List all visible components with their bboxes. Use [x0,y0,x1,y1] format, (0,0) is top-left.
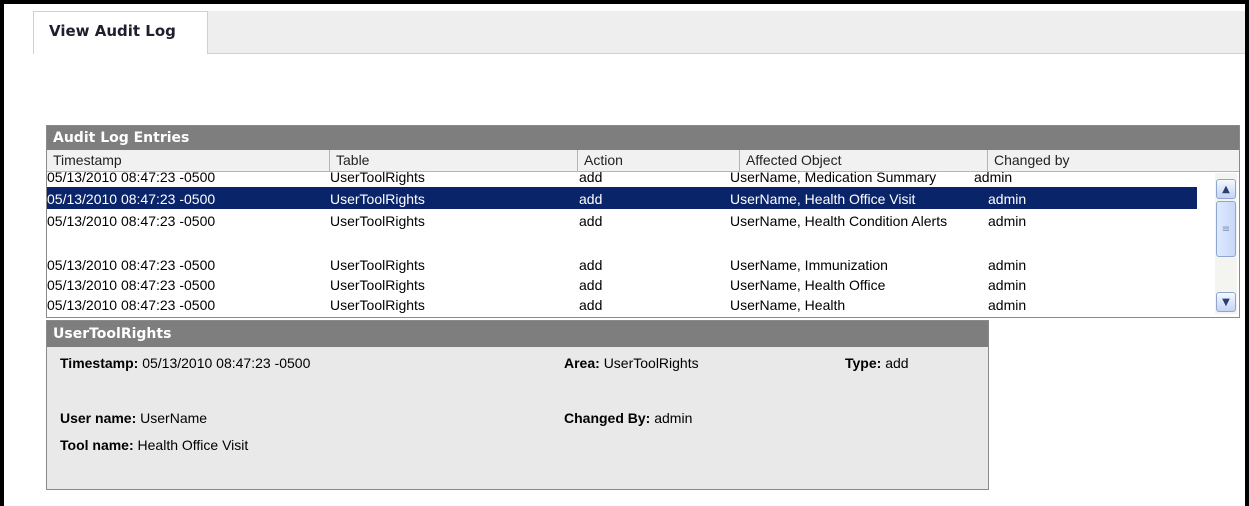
tool-name-label: Tool name: [60,437,134,453]
entry-detail-panel: UserToolRights Timestamp: 05/13/2010 08:… [46,320,989,490]
audit-log-entries-panel: Audit Log Entries Timestamp Table Action… [46,125,1240,318]
user-name-value: UserName [140,410,208,426]
cell-changed-by: admin [988,191,1027,207]
cell-changed-by: admin [974,172,1013,185]
cell-table: UserToolRights [330,257,425,273]
window-frame-right [1245,0,1249,506]
timestamp-value: 05/13/2010 08:47:23 -0500 [142,355,311,371]
detail-panel-title: UserToolRights [47,321,988,347]
cell-affected-object: UserName, Health Office [730,277,886,293]
cell-action: add [579,213,603,229]
changed-by-label: Changed By: [564,410,651,426]
table-row[interactable]: 05/13/2010 08:47:23 -0500 UserToolRights… [47,293,1197,315]
detail-type: Type: add [845,355,909,371]
tab-bar: View Audit Log [33,11,1245,54]
area-value: UserToolRights [603,355,699,371]
detail-timestamp: Timestamp: 05/13/2010 08:47:23 -0500 [60,355,310,371]
cell-table: UserToolRights [330,297,425,313]
cell-timestamp: 05/13/2010 08:47:23 -0500 [47,172,216,185]
type-value: add [885,355,909,371]
tool-name-value: Health Office Visit [137,437,249,453]
entries-table-body: 05/13/2010 08:47:23 -0500 UserToolRights… [47,172,1197,317]
cell-affected-object: UserName, Medication Summary [730,172,937,185]
scroll-grip-icon[interactable]: ≡ [1216,201,1236,257]
tab-strip [208,11,1245,54]
cell-affected-object: UserName, Health [730,297,846,313]
cell-table: UserToolRights [330,191,425,207]
table-row[interactable]: 05/13/2010 08:47:23 -0500 UserToolRights… [47,172,1197,187]
table-row[interactable]: 05/13/2010 08:47:23 -0500 UserToolRights… [47,209,1197,253]
detail-changed-by: Changed By: admin [564,410,692,426]
timestamp-label: Timestamp: [60,355,139,371]
area-label: Area: [564,355,600,371]
vertical-scrollbar[interactable]: ▲ ≡ ▼ [1215,173,1237,314]
cell-action: add [579,172,603,185]
tab-view-audit-log[interactable]: View Audit Log [33,11,208,54]
column-header-affected-object[interactable]: Affected Object [740,150,988,171]
column-header-table[interactable]: Table [330,150,578,171]
cell-affected-object: UserName, Immunization [730,257,888,273]
cell-changed-by: admin [988,213,1027,229]
detail-area: Area: UserToolRights [564,355,699,371]
table-row-selected[interactable]: 05/13/2010 08:47:23 -0500 UserToolRights… [47,187,1197,209]
cell-timestamp: 05/13/2010 08:47:23 -0500 [47,297,216,313]
user-name-label: User name: [60,410,137,426]
cell-timestamp: 05/13/2010 08:47:23 -0500 [47,213,216,229]
table-row[interactable]: 05/13/2010 08:47:23 -0500 UserToolRights… [47,273,1197,293]
detail-tool-name: Tool name: Health Office Visit [60,437,248,453]
column-header-row: Timestamp Table Action Affected Object C… [47,150,1239,172]
cell-action: add [579,257,603,273]
cell-table: UserToolRights [330,277,425,293]
cell-affected-object: UserName, Health Condition Alerts [730,213,948,229]
table-row[interactable]: 05/13/2010 08:47:23 -0500 UserToolRights… [47,253,1197,273]
detail-user-name: User name: UserName [60,410,207,426]
entries-panel-title: Audit Log Entries [47,126,1239,150]
column-header-action[interactable]: Action [578,150,740,171]
changed-by-value: admin [654,410,693,426]
scroll-down-icon[interactable]: ▼ [1216,292,1236,312]
type-label: Type: [845,355,882,371]
cell-action: add [579,297,603,313]
cell-affected-object: UserName, Health Office Visit [730,191,916,207]
cell-changed-by: admin [988,297,1027,313]
cell-table: UserToolRights [330,172,425,185]
cell-timestamp: 05/13/2010 08:47:23 -0500 [47,191,216,207]
cell-changed-by: admin [988,277,1027,293]
window-frame-top [0,0,1249,4]
window-frame-left [0,0,4,506]
cell-action: add [579,191,603,207]
cell-action: add [579,277,603,293]
cell-table: UserToolRights [330,213,425,229]
column-header-timestamp[interactable]: Timestamp [47,150,330,171]
column-header-changed-by[interactable]: Changed by [988,150,1239,171]
cell-timestamp: 05/13/2010 08:47:23 -0500 [47,257,216,273]
cell-timestamp: 05/13/2010 08:47:23 -0500 [47,277,216,293]
cell-changed-by: admin [988,257,1027,273]
scroll-up-icon[interactable]: ▲ [1216,179,1236,199]
